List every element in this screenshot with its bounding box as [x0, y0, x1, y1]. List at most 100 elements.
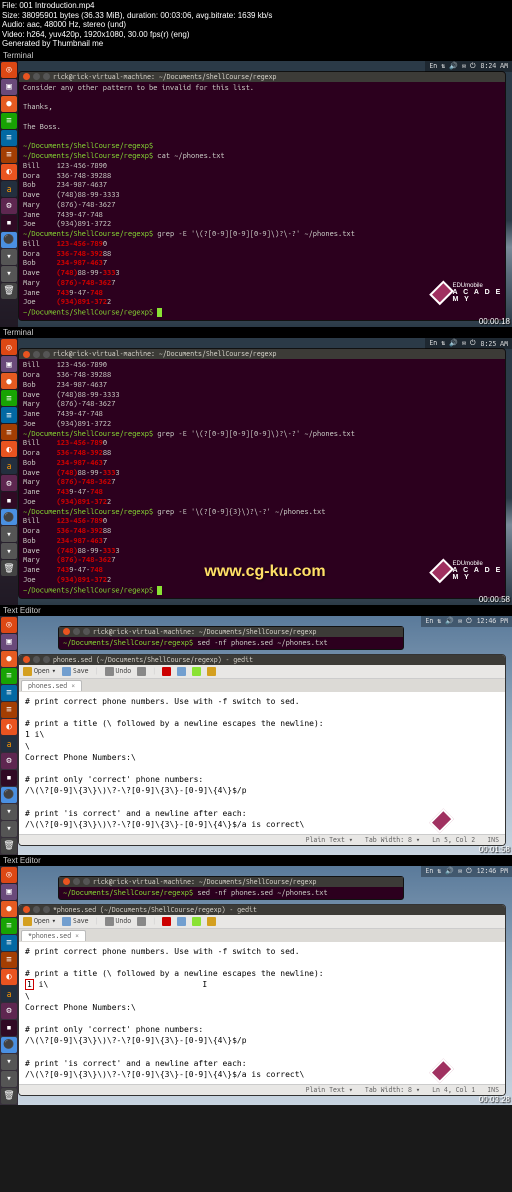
- maximize-icon[interactable]: [43, 656, 50, 663]
- maximize-icon[interactable]: [43, 906, 50, 913]
- impress-icon[interactable]: ≡: [1, 424, 17, 440]
- minimize-icon[interactable]: [73, 628, 80, 635]
- copy-icon[interactable]: [177, 667, 186, 676]
- cut-icon[interactable]: [162, 917, 171, 926]
- close-icon[interactable]: [23, 906, 30, 913]
- files-icon[interactable]: ▣: [1, 634, 17, 650]
- indicators[interactable]: En ⇅ 🔊 ✉ ⏻: [429, 339, 475, 348]
- terminal-icon[interactable]: ▪: [1, 770, 17, 786]
- redo-icon[interactable]: [137, 917, 146, 926]
- writer-icon[interactable]: ≡: [1, 390, 17, 406]
- settings-icon[interactable]: ⚙: [1, 1003, 17, 1019]
- minimize-icon[interactable]: [33, 906, 40, 913]
- close-tab-icon[interactable]: ×: [71, 682, 75, 690]
- tab-width[interactable]: Tab Width: 8 ▾: [365, 1086, 420, 1094]
- minimize-icon[interactable]: [33, 656, 40, 663]
- indicators[interactable]: En ⇅ 🔊 ✉ ⏻: [425, 617, 471, 626]
- minimize-icon[interactable]: [33, 351, 40, 358]
- settings-icon[interactable]: ⚙: [1, 475, 17, 491]
- close-icon[interactable]: [63, 628, 70, 635]
- app-icon[interactable]: ▾: [1, 249, 17, 265]
- writer-icon[interactable]: ≡: [1, 668, 17, 684]
- writer-icon[interactable]: ≡: [1, 113, 17, 129]
- find-icon[interactable]: [207, 917, 216, 926]
- save-button[interactable]: Save: [62, 667, 89, 676]
- clock[interactable]: 12:46 PM: [477, 617, 508, 625]
- open-button[interactable]: Open▾: [23, 667, 56, 676]
- indicators[interactable]: En ⇅ 🔊 ✉ ⏻: [429, 62, 475, 71]
- indicators[interactable]: En ⇅ 🔊 ✉ ⏻: [425, 867, 471, 876]
- maximize-icon[interactable]: [83, 628, 90, 635]
- dash-icon[interactable]: ◎: [1, 867, 17, 883]
- clock[interactable]: 12:46 PM: [477, 867, 508, 875]
- terminal-output[interactable]: Consider any other pattern to be invalid…: [19, 82, 505, 320]
- window-titlebar[interactable]: rick@rick-virtual-machine: ~/Documents/S…: [19, 349, 505, 359]
- software-icon[interactable]: ◐: [1, 969, 17, 985]
- copy-icon[interactable]: [177, 917, 186, 926]
- trash-icon[interactable]: 🗑: [1, 560, 17, 576]
- terminal-icon[interactable]: ▪: [1, 492, 17, 508]
- dash-icon[interactable]: ◎: [1, 617, 17, 633]
- window-titlebar[interactable]: *phones.sed (~/Documents/ShellCourse/reg…: [19, 905, 505, 915]
- minimize-icon[interactable]: [33, 73, 40, 80]
- impress-icon[interactable]: ≡: [1, 952, 17, 968]
- minimize-icon[interactable]: [73, 878, 80, 885]
- calc-icon[interactable]: ≡: [1, 685, 17, 701]
- calc-icon[interactable]: ≡: [1, 130, 17, 146]
- paste-icon[interactable]: [192, 917, 201, 926]
- undo-button[interactable]: Undo: [105, 917, 132, 926]
- settings-icon[interactable]: ⚙: [1, 198, 17, 214]
- terminal-icon[interactable]: ▪: [1, 215, 17, 231]
- trash-icon[interactable]: 🗑: [1, 283, 17, 299]
- software-icon[interactable]: ◐: [1, 164, 17, 180]
- tab-width[interactable]: Tab Width: 8 ▾: [365, 836, 420, 844]
- close-icon[interactable]: [23, 656, 30, 663]
- syntax-mode[interactable]: Plain Text ▾: [306, 1086, 353, 1094]
- app-icon[interactable]: ⚫: [1, 1037, 17, 1053]
- syntax-mode[interactable]: Plain Text ▾: [306, 836, 353, 844]
- settings-icon[interactable]: ⚙: [1, 753, 17, 769]
- close-icon[interactable]: [23, 351, 30, 358]
- firefox-icon[interactable]: ●: [1, 901, 17, 917]
- amazon-icon[interactable]: a: [1, 736, 17, 752]
- clock[interactable]: 8:25 AM: [481, 340, 508, 348]
- find-icon[interactable]: [207, 667, 216, 676]
- open-button[interactable]: Open▾: [23, 917, 56, 926]
- calc-icon[interactable]: ≡: [1, 935, 17, 951]
- close-tab-icon[interactable]: ×: [75, 932, 79, 940]
- amazon-icon[interactable]: a: [1, 986, 17, 1002]
- window-titlebar[interactable]: rick@rick-virtual-machine: ~/Documents/S…: [19, 72, 505, 82]
- terminal-icon[interactable]: ▪: [1, 1020, 17, 1036]
- undo-button[interactable]: Undo: [105, 667, 132, 676]
- app-icon[interactable]: ▾: [1, 526, 17, 542]
- app-icon[interactable]: ▾: [1, 1054, 17, 1070]
- firefox-icon[interactable]: ●: [1, 373, 17, 389]
- close-icon[interactable]: [23, 73, 30, 80]
- files-icon[interactable]: ▣: [1, 884, 17, 900]
- maximize-icon[interactable]: [83, 878, 90, 885]
- trash-icon[interactable]: 🗑: [1, 1088, 17, 1104]
- files-icon[interactable]: ▣: [1, 79, 17, 95]
- close-icon[interactable]: [63, 878, 70, 885]
- files-icon[interactable]: ▣: [1, 356, 17, 372]
- maximize-icon[interactable]: [43, 351, 50, 358]
- app-icon[interactable]: ⚫: [1, 509, 17, 525]
- file-tab[interactable]: phones.sed ×: [21, 680, 82, 691]
- dash-icon[interactable]: ◎: [1, 339, 17, 355]
- writer-icon[interactable]: ≡: [1, 918, 17, 934]
- editor-body[interactable]: # print correct phone numbers. Use with …: [19, 942, 505, 1084]
- calc-icon[interactable]: ≡: [1, 407, 17, 423]
- app-icon[interactable]: ⚫: [1, 787, 17, 803]
- firefox-icon[interactable]: ●: [1, 651, 17, 667]
- trash-icon[interactable]: 🗑: [1, 838, 17, 854]
- app-icon[interactable]: ▾: [1, 266, 17, 282]
- impress-icon[interactable]: ≡: [1, 702, 17, 718]
- save-button[interactable]: Save: [62, 917, 89, 926]
- app-icon[interactable]: ⚫: [1, 232, 17, 248]
- software-icon[interactable]: ◐: [1, 719, 17, 735]
- amazon-icon[interactable]: a: [1, 458, 17, 474]
- app-icon[interactable]: ▾: [1, 1071, 17, 1087]
- redo-icon[interactable]: [137, 667, 146, 676]
- impress-icon[interactable]: ≡: [1, 147, 17, 163]
- app-icon[interactable]: ▾: [1, 543, 17, 559]
